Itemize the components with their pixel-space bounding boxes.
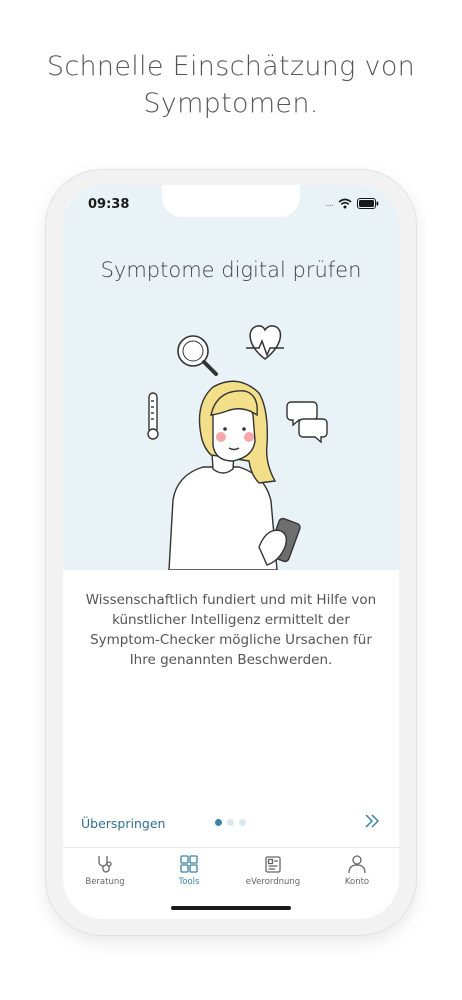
person-icon — [348, 855, 366, 874]
magnifier-icon — [177, 335, 218, 376]
phone-frame: 09:38 .... Symptome digital prüfen Wisse… — [46, 170, 416, 935]
status-time: 09:38 — [88, 197, 130, 212]
page-indicator — [215, 819, 246, 826]
thermometer-icon — [147, 392, 159, 440]
screen-description: Wissenschaftlich fundiert und mit Hilfe … — [85, 592, 377, 668]
tab-label: Konto — [344, 877, 370, 887]
tab-bar: Beratung Tools eVerordnung Konto — [63, 847, 399, 900]
hero-area: 09:38 .... Symptome digital prüfen — [63, 185, 399, 570]
tab-everordnung[interactable]: eVerordnung — [231, 848, 315, 900]
double-chevron-right-icon[interactable] — [363, 812, 381, 830]
page-dot-2[interactable] — [227, 819, 234, 826]
signal-icon: .... — [325, 198, 335, 209]
tab-tools[interactable]: Tools — [147, 848, 231, 900]
stethoscope-icon — [98, 856, 112, 873]
heart-pulse-icon — [246, 325, 284, 360]
screen-title: Symptome digital prüfen — [100, 258, 362, 282]
wifi-icon — [338, 198, 352, 209]
tab-beratung[interactable]: Beratung — [63, 848, 147, 900]
notch — [162, 185, 300, 217]
page-dot-1[interactable] — [215, 819, 222, 826]
battery-icon — [357, 198, 379, 209]
page-dot-3[interactable] — [239, 819, 246, 826]
tab-konto[interactable]: Konto — [315, 848, 399, 900]
skip-button[interactable]: Überspringen — [81, 816, 165, 831]
prescription-icon — [265, 856, 281, 873]
symptom-check-illustration — [147, 325, 328, 570]
tab-label: Beratung — [85, 877, 125, 887]
phone-screen: 09:38 .... Symptome digital prüfen Wisse… — [63, 185, 399, 919]
home-indicator[interactable] — [171, 906, 291, 910]
grid-icon — [180, 855, 198, 873]
person-figure — [168, 380, 301, 570]
chat-bubbles-icon — [286, 401, 328, 444]
tab-label: Tools — [178, 877, 200, 887]
tab-label: eVerordnung — [245, 877, 301, 887]
headline: Schnelle Einschätzung von Symptomen. — [46, 51, 416, 119]
status-icons: .... — [326, 198, 379, 209]
